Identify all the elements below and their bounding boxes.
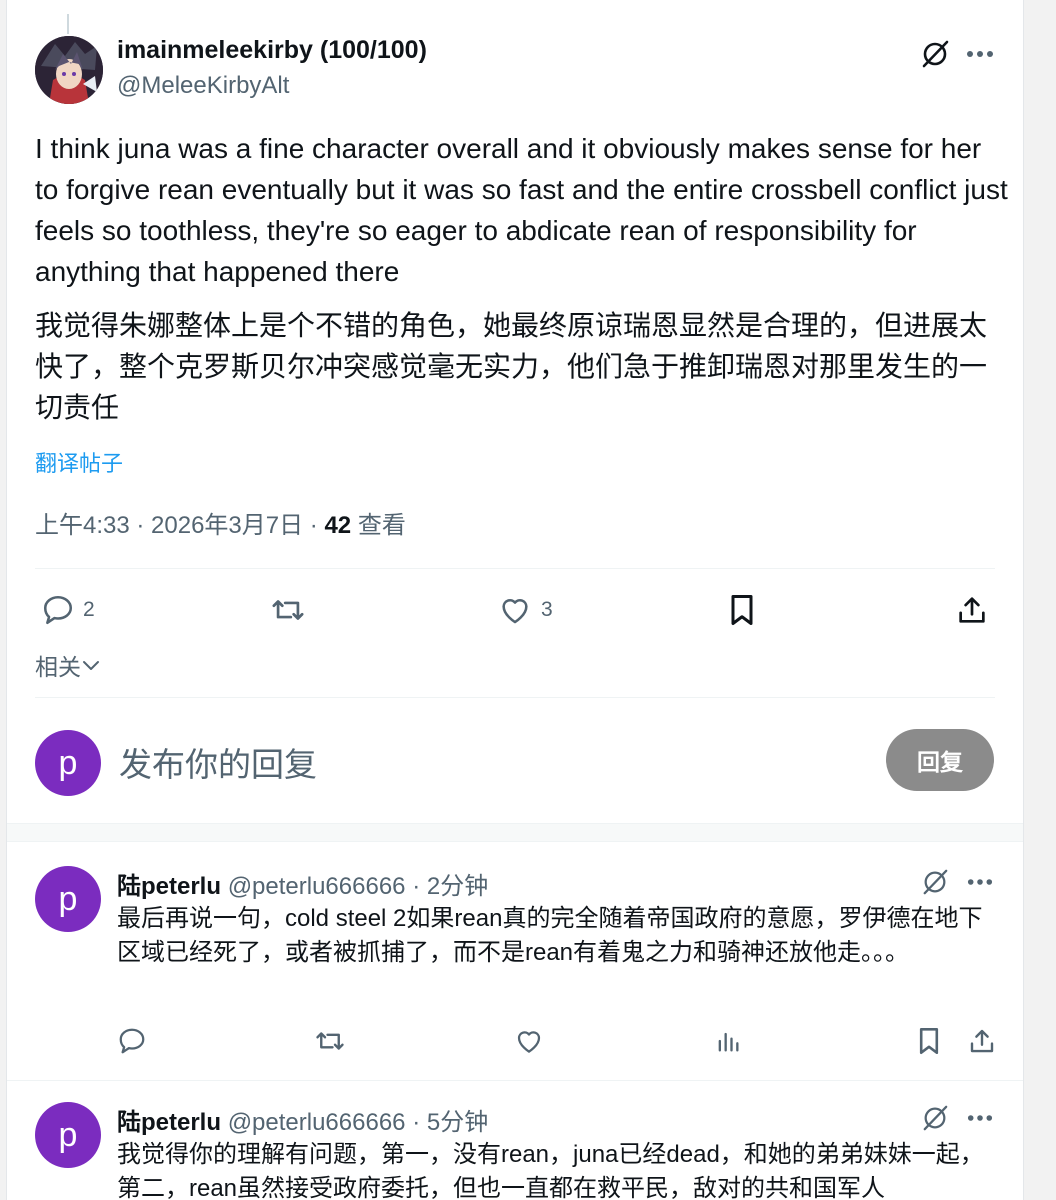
reply-text: 我觉得你的理解有问题，第一，没有rean，juna已经dead，和她的弟弟妹妹一… [117, 1141, 984, 1200]
like-action[interactable]: 3 [497, 590, 553, 630]
retweet-icon[interactable] [311, 1024, 349, 1058]
views-label: 查看 [357, 512, 406, 539]
related-toggle[interactable]: 相关 [35, 648, 101, 682]
reply-header: 陆peterlu @peterlu666666 · 2分钟 [117, 866, 488, 901]
divider [35, 568, 995, 569]
bookmark-icon[interactable] [912, 1024, 946, 1058]
composer-avatar[interactable]: p [35, 730, 101, 796]
divider [7, 1080, 1023, 1081]
reply-author-handle[interactable]: @peterlu666666 [228, 873, 406, 900]
post-timestamp[interactable]: 上午4:33 · 2026年3月7日 · [35, 512, 324, 539]
reply-author-name[interactable]: 陆peterlu [117, 1109, 221, 1136]
reply-time[interactable]: · 2分钟 [406, 873, 488, 900]
views-count: 42 [324, 512, 352, 539]
retweet-icon [272, 600, 304, 620]
post-meta: 上午4:33 · 2026年3月7日 · 42 查看 [35, 505, 406, 540]
share-icon[interactable] [965, 1024, 999, 1058]
analytics-icon[interactable] [711, 1024, 745, 1058]
like-count: 3 [541, 598, 553, 621]
timeline-column: imainmeleekirby (100/100) @MeleeKirbyAlt… [6, 0, 1024, 1200]
thread-connector-line [67, 14, 69, 34]
reply-text: 最后再说一句，cold steel 2如果rean真的完全随着帝国政府的意愿，罗… [117, 905, 983, 966]
reply-author-handle[interactable]: @peterlu666666 [228, 1109, 406, 1136]
post-text-english: I think juna was a fine character overal… [35, 133, 1008, 287]
more-icon[interactable] [962, 864, 998, 900]
reply-header: 陆peterlu @peterlu666666 · 5分钟 [117, 1102, 488, 1137]
reply-author-name[interactable]: 陆peterlu [117, 873, 221, 900]
reply-avatar[interactable]: p [35, 866, 101, 932]
retweet-action[interactable] [269, 590, 307, 630]
reply-icon [43, 595, 73, 625]
reply-input[interactable]: 发布你的回复 [119, 738, 317, 786]
share-icon [959, 597, 985, 623]
author-avatar[interactable] [35, 36, 103, 104]
section-separator [7, 823, 1023, 842]
like-icon[interactable] [512, 1024, 546, 1058]
grok-icon[interactable] [917, 36, 953, 72]
post-text-translated: 我觉得朱娜整体上是个不错的角色，她最终原谅瑞恩显然是合理的，但进展太快了，整个克… [35, 310, 988, 423]
more-icon[interactable] [962, 1100, 998, 1136]
chevron-down-icon [83, 661, 99, 670]
bookmark-icon [731, 595, 753, 625]
reply-time[interactable]: · 5分钟 [406, 1109, 488, 1136]
reply-count: 2 [83, 598, 95, 621]
reply-button[interactable]: 回复 [886, 729, 994, 791]
grok-icon[interactable] [917, 1100, 953, 1136]
like-icon [502, 598, 528, 624]
author-handle[interactable]: @MeleeKirbyAlt [117, 72, 289, 100]
divider [35, 697, 995, 698]
grok-icon[interactable] [917, 864, 953, 900]
reply-icon[interactable] [115, 1024, 149, 1058]
reply-action[interactable]: 2 [41, 590, 95, 630]
author-name[interactable]: imainmeleekirby (100/100) [117, 36, 427, 65]
bookmark-action[interactable] [727, 590, 757, 630]
share-action[interactable] [955, 590, 989, 630]
translate-post-link[interactable]: 翻译帖子 [35, 446, 123, 478]
more-icon[interactable] [962, 36, 998, 72]
reply-avatar[interactable]: p [35, 1102, 101, 1168]
related-label: 相关 [35, 654, 81, 680]
